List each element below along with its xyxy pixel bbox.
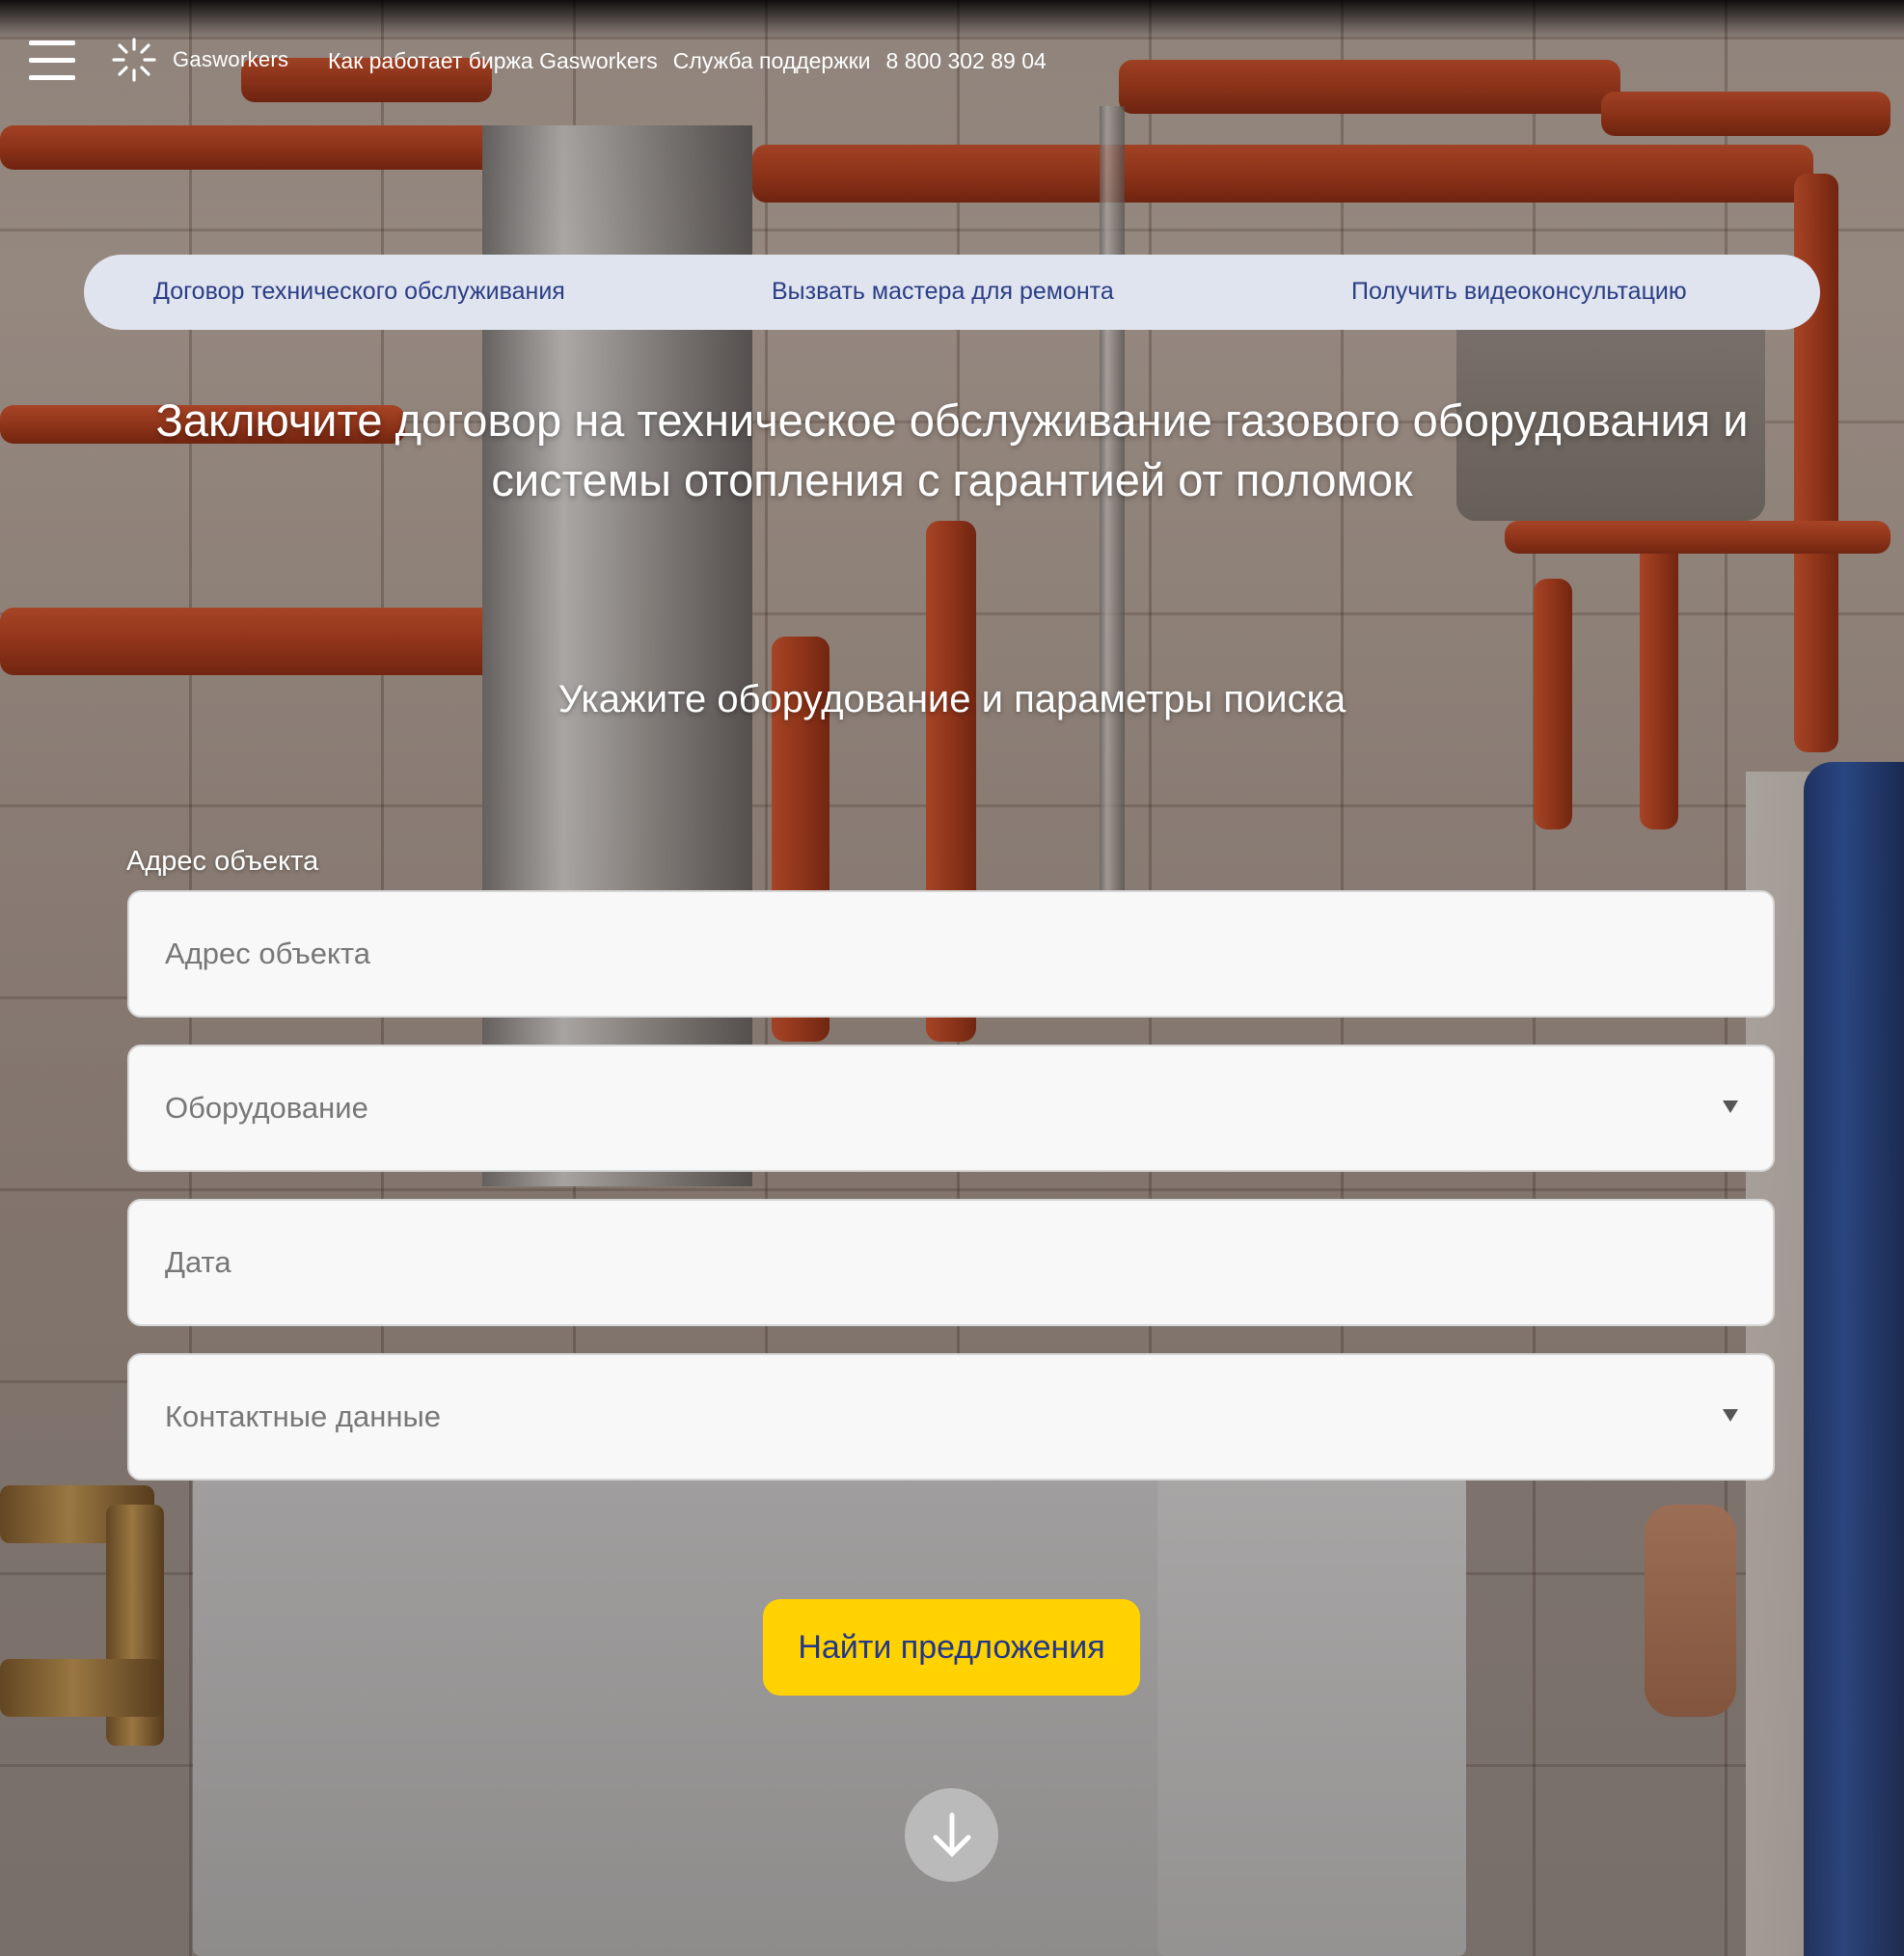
brand-name: Gasworkers xyxy=(173,47,289,71)
top-nav: Как работает биржа Gasworkers Служба под… xyxy=(328,48,1047,74)
contacts-select[interactable]: Контактные данные xyxy=(127,1353,1775,1481)
nav-support-link[interactable]: Служба поддержки xyxy=(673,48,871,74)
address-label: Адрес объекта xyxy=(126,846,319,877)
form-subtitle: Укажите оборудование и параметры поиска xyxy=(558,678,1346,720)
find-offers-button[interactable]: Найти предложения xyxy=(763,1599,1140,1696)
tab-video-consultation[interactable]: Получить видеоконсультацию xyxy=(1351,278,1687,306)
address-input[interactable] xyxy=(127,890,1775,1018)
chevron-down-icon xyxy=(1723,1409,1738,1422)
date-input[interactable] xyxy=(127,1199,1775,1326)
equipment-select-placeholder: Оборудование xyxy=(165,1091,368,1125)
arrow-down-icon xyxy=(933,1812,970,1858)
service-tabs: Договор технического обслуживания Вызват… xyxy=(84,255,1820,330)
contacts-select-placeholder: Контактные данные xyxy=(165,1399,441,1433)
nav-phone-link[interactable]: 8 800 302 89 04 xyxy=(886,48,1047,74)
tab-maintenance-contract[interactable]: Договор технического обслуживания xyxy=(153,278,565,306)
tab-call-master[interactable]: Вызвать мастера для ремонта xyxy=(772,278,1114,306)
sparkle-logo-icon xyxy=(112,38,156,82)
page-title: Заключите договор на техническое обслужи… xyxy=(155,394,1749,505)
nav-how-it-works-link[interactable]: Как работает биржа Gasworkers xyxy=(328,48,658,74)
top-navigation-bar: Gasworkers Как работает биржа Gasworkers… xyxy=(0,0,1904,125)
chevron-down-icon xyxy=(1723,1100,1738,1113)
menu-icon[interactable] xyxy=(29,39,75,81)
scroll-down-button[interactable] xyxy=(905,1788,998,1882)
equipment-select[interactable]: Оборудование xyxy=(127,1045,1775,1172)
brand-logo[interactable]: Gasworkers xyxy=(109,35,288,85)
